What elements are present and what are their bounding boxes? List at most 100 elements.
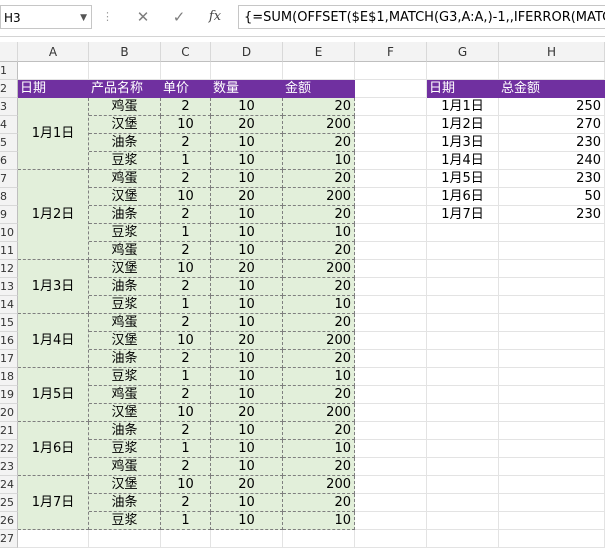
row-header-20[interactable]: 20 (0, 404, 18, 422)
enter-icon[interactable]: ✓ (168, 6, 190, 28)
product-cell[interactable]: 鸡蛋 (89, 314, 161, 332)
price-cell[interactable]: 10 (161, 476, 211, 494)
grid-cell[interactable] (499, 350, 605, 368)
qty-cell[interactable]: 10 (211, 458, 283, 476)
row-header-3[interactable]: 3 (0, 98, 18, 116)
product-cell[interactable]: 油条 (89, 494, 161, 512)
row-header-25[interactable]: 25 (0, 494, 18, 512)
grid-cell[interactable] (427, 512, 499, 530)
grid-cell[interactable] (427, 422, 499, 440)
header-price[interactable]: 单价 (161, 80, 211, 98)
grid-cell[interactable] (355, 332, 427, 350)
amount-cell[interactable]: 10 (283, 296, 355, 314)
product-cell[interactable]: 油条 (89, 278, 161, 296)
header-date[interactable]: 日期 (18, 80, 89, 98)
grid-cell[interactable] (499, 278, 605, 296)
name-box[interactable]: H3 ▼ (0, 5, 92, 29)
qty-cell[interactable]: 10 (211, 134, 283, 152)
amount-cell[interactable]: 20 (283, 386, 355, 404)
grid-cell[interactable] (427, 242, 499, 260)
grid-cell[interactable] (355, 260, 427, 278)
grid-cell[interactable] (427, 494, 499, 512)
qty-cell[interactable]: 10 (211, 278, 283, 296)
row-header-16[interactable]: 16 (0, 332, 18, 350)
insert-function-icon[interactable]: fx (204, 6, 226, 28)
qty-cell[interactable]: 10 (211, 206, 283, 224)
qty-cell[interactable]: 10 (211, 422, 283, 440)
grid-cell[interactable] (355, 170, 427, 188)
grid-cell[interactable] (89, 530, 161, 548)
column-header-b[interactable]: B (89, 42, 161, 62)
grid-cell[interactable] (355, 206, 427, 224)
qty-cell[interactable]: 20 (211, 188, 283, 206)
grid-cell[interactable] (499, 422, 605, 440)
summary-date-cell[interactable]: 1月1日 (427, 98, 499, 116)
qty-cell[interactable]: 10 (211, 494, 283, 512)
qty-cell[interactable]: 10 (211, 152, 283, 170)
amount-cell[interactable]: 20 (283, 242, 355, 260)
row-header-14[interactable]: 14 (0, 296, 18, 314)
header-product[interactable]: 产品名称 (89, 80, 161, 98)
grid-cell[interactable] (427, 224, 499, 242)
grid-cell[interactable] (355, 224, 427, 242)
column-header-a[interactable]: A (18, 42, 89, 62)
qty-cell[interactable]: 10 (211, 224, 283, 242)
grid-cell[interactable] (427, 278, 499, 296)
amount-cell[interactable]: 20 (283, 422, 355, 440)
grid-cell[interactable] (355, 476, 427, 494)
product-cell[interactable]: 豆浆 (89, 512, 161, 530)
grid-cell[interactable] (499, 458, 605, 476)
summary-date-cell[interactable]: 1月6日 (427, 188, 499, 206)
product-cell[interactable]: 鸡蛋 (89, 170, 161, 188)
grid-cell[interactable] (499, 440, 605, 458)
product-cell[interactable]: 鸡蛋 (89, 386, 161, 404)
grid-cell[interactable] (427, 314, 499, 332)
row-header-27[interactable]: 27 (0, 530, 18, 548)
row-header-26[interactable]: 26 (0, 512, 18, 530)
grid-cell[interactable] (499, 62, 605, 80)
amount-cell[interactable]: 10 (283, 440, 355, 458)
grid-cell[interactable] (18, 530, 89, 548)
summary-total-cell[interactable]: 240 (499, 152, 605, 170)
qty-cell[interactable]: 20 (211, 260, 283, 278)
summary-total-cell[interactable]: 230 (499, 170, 605, 188)
row-header-11[interactable]: 11 (0, 242, 18, 260)
product-cell[interactable]: 汉堡 (89, 188, 161, 206)
summary-date-cell[interactable]: 1月3日 (427, 134, 499, 152)
grid-cell[interactable] (427, 458, 499, 476)
amount-cell[interactable]: 20 (283, 350, 355, 368)
price-cell[interactable]: 2 (161, 422, 211, 440)
price-cell[interactable]: 10 (161, 188, 211, 206)
price-cell[interactable]: 2 (161, 278, 211, 296)
product-cell[interactable]: 汉堡 (89, 116, 161, 134)
grid-cell[interactable] (355, 296, 427, 314)
amount-cell[interactable]: 200 (283, 404, 355, 422)
summary-total-cell[interactable]: 270 (499, 116, 605, 134)
grid-cell[interactable] (283, 62, 355, 80)
grid-cell[interactable] (355, 458, 427, 476)
grid-cell[interactable] (211, 62, 283, 80)
grid-cell[interactable] (355, 116, 427, 134)
grid-cell[interactable] (427, 62, 499, 80)
grid-cell[interactable] (355, 404, 427, 422)
summary-date-cell[interactable]: 1月4日 (427, 152, 499, 170)
product-cell[interactable]: 油条 (89, 134, 161, 152)
amount-cell[interactable]: 200 (283, 332, 355, 350)
product-cell[interactable]: 豆浆 (89, 368, 161, 386)
grid-cell[interactable] (355, 188, 427, 206)
product-cell[interactable]: 鸡蛋 (89, 458, 161, 476)
amount-cell[interactable]: 200 (283, 188, 355, 206)
grid-cell[interactable] (355, 278, 427, 296)
grid-cell[interactable] (427, 404, 499, 422)
row-header-21[interactable]: 21 (0, 422, 18, 440)
product-cell[interactable]: 鸡蛋 (89, 98, 161, 116)
column-header-f[interactable]: F (355, 42, 427, 62)
grid-cell[interactable] (355, 134, 427, 152)
qty-cell[interactable]: 20 (211, 332, 283, 350)
merged-date-cell[interactable]: 1月1日 (18, 98, 89, 170)
amount-cell[interactable]: 20 (283, 134, 355, 152)
grid-cell[interactable] (499, 332, 605, 350)
select-all-corner[interactable] (0, 42, 18, 62)
grid-cell[interactable] (355, 98, 427, 116)
amount-cell[interactable]: 10 (283, 152, 355, 170)
